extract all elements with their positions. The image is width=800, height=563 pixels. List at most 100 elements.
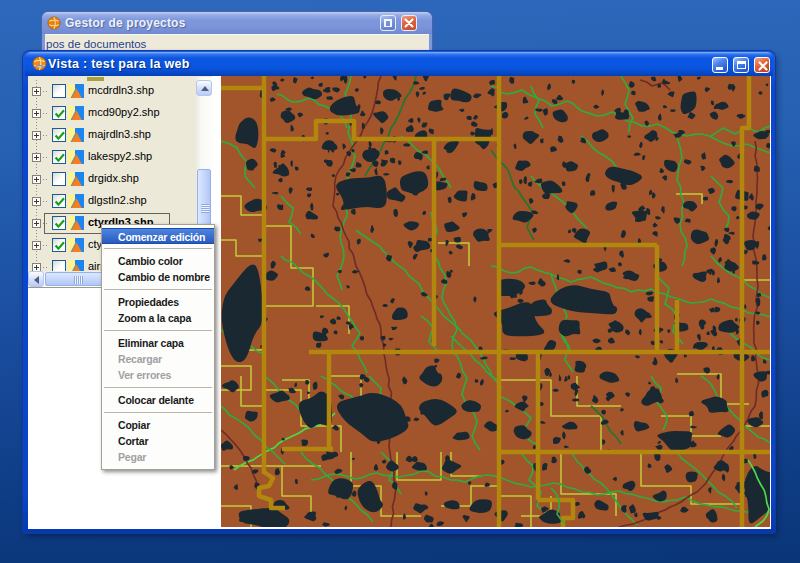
layer-theme-icon <box>68 215 84 231</box>
menu-separator <box>102 285 214 294</box>
check-icon <box>53 129 67 143</box>
layer-icon <box>68 237 84 253</box>
layer-checkbox[interactable] <box>52 216 66 230</box>
check-icon <box>53 217 67 231</box>
gvsig-logo-icon <box>47 16 61 30</box>
layer-checkbox[interactable] <box>52 260 66 271</box>
layer-icon <box>68 83 84 99</box>
map-canvas[interactable] <box>221 76 770 527</box>
layer-checkbox[interactable] <box>52 150 66 164</box>
maximize-button[interactable] <box>380 15 396 31</box>
layer-row[interactable]: dlgstln2.shp <box>28 190 196 212</box>
menu-separator <box>102 408 214 417</box>
layer-label[interactable]: cty <box>88 238 102 250</box>
layer-theme-icon <box>68 83 84 99</box>
layer-row[interactable]: mcdrdln3.shp <box>28 80 196 102</box>
view-window-title: Vista : test para la web <box>48 57 190 71</box>
layer-row[interactable]: drgidx.shp <box>28 168 196 190</box>
layer-checkbox[interactable] <box>52 194 66 208</box>
desktop: Gestor de proyectos pos de documentos Vi… <box>0 0 800 563</box>
menu-item[interactable]: Colocar delante <box>102 392 214 408</box>
layer-icon <box>68 259 84 271</box>
layer-theme-icon <box>68 149 84 165</box>
layer-icon <box>68 215 84 231</box>
document-types-label: pos de documentos <box>46 38 146 50</box>
layer-icon <box>68 105 84 121</box>
menu-item[interactable]: Propiedades <box>102 294 214 310</box>
menu-item[interactable]: Zoom a la capa <box>102 310 214 326</box>
layer-label[interactable]: dlgstln2.shp <box>88 194 147 206</box>
check-icon <box>53 151 67 165</box>
layer-label[interactable]: mcd90py2.shp <box>88 106 160 118</box>
layer-theme-icon <box>68 171 84 187</box>
scroll-up-button[interactable] <box>196 80 212 96</box>
maximize-icon <box>384 19 392 27</box>
menu-item[interactable]: Eliminar capa <box>102 335 214 351</box>
close-button[interactable] <box>754 57 770 73</box>
layer-theme-icon <box>68 127 84 143</box>
layer-label[interactable]: drgidx.shp <box>88 172 139 184</box>
layer-context-menu: Comenzar edición Cambio colorCambio de no… <box>101 224 215 470</box>
check-icon <box>53 195 67 209</box>
layer-checkbox[interactable] <box>52 238 66 252</box>
tree-expand-button[interactable] <box>32 219 41 228</box>
layer-row[interactable]: lakespy2.shp <box>28 146 196 168</box>
gvsig-logo-icon <box>32 56 47 71</box>
layer-theme-icon <box>68 259 84 271</box>
layer-icon <box>68 127 84 143</box>
layer-icon <box>68 171 84 187</box>
tree-expand-button[interactable] <box>32 241 41 250</box>
project-manager-titlebar[interactable]: Gestor de proyectos <box>42 12 432 34</box>
menu-item[interactable]: Cambio color <box>102 253 214 269</box>
layer-icon <box>68 149 84 165</box>
tree-expand-button[interactable] <box>32 87 41 96</box>
menu-separator <box>102 326 214 335</box>
horizontal-scrollbar-thumb[interactable] <box>45 272 109 286</box>
layer-theme-icon <box>68 193 84 209</box>
menu-item: Pegar <box>102 449 214 465</box>
close-button[interactable] <box>401 15 417 31</box>
tree-expand-button[interactable] <box>32 175 41 184</box>
tree-expand-button[interactable] <box>32 153 41 162</box>
map-lake <box>243 456 250 461</box>
view-window-titlebar[interactable]: Vista : test para la web <box>25 52 773 76</box>
tree-expand-button[interactable] <box>32 197 41 206</box>
menu-item: Recargar <box>102 351 214 367</box>
map-lake <box>336 193 339 196</box>
menu-item[interactable]: Cortar <box>102 433 214 449</box>
layer-checkbox[interactable] <box>52 106 66 120</box>
arrow-left-icon <box>34 276 39 284</box>
tree-expand-button[interactable] <box>32 109 41 118</box>
scroll-left-button[interactable] <box>28 271 44 287</box>
arrow-up-icon <box>201 86 209 91</box>
menu-item[interactable]: Copiar <box>102 417 214 433</box>
layer-label[interactable]: mcdrdln3.shp <box>88 84 154 96</box>
layer-label[interactable]: majrdln3.shp <box>88 128 151 140</box>
layer-checkbox[interactable] <box>52 172 66 186</box>
minimize-button[interactable] <box>712 57 728 73</box>
project-manager-title: Gestor de proyectos <box>65 16 186 30</box>
minimize-icon <box>716 67 723 70</box>
close-icon <box>757 60 769 72</box>
check-icon <box>53 107 67 121</box>
menu-item[interactable]: Comenzar edición <box>102 228 214 244</box>
close-icon <box>402 16 416 30</box>
map-lake <box>336 176 387 210</box>
map-lake <box>732 270 734 274</box>
layer-checkbox[interactable] <box>52 128 66 142</box>
layer-row[interactable]: majrdln3.shp <box>28 124 196 146</box>
layer-row[interactable]: mcd90py2.shp <box>28 102 196 124</box>
tree-expand-button[interactable] <box>32 131 41 140</box>
tree-expand-button[interactable] <box>32 263 41 271</box>
layer-checkbox[interactable] <box>52 84 66 98</box>
menu-item[interactable]: Cambio de nombre <box>102 269 214 285</box>
menu-item: Ver errores <box>102 367 214 383</box>
layer-label[interactable]: lakespy2.shp <box>88 150 152 162</box>
layer-theme-icon <box>68 105 84 121</box>
layer-icon <box>68 193 84 209</box>
menu-separator <box>102 383 214 392</box>
maximize-button[interactable] <box>733 57 749 73</box>
map-lake <box>454 237 461 243</box>
map-lake <box>703 197 708 201</box>
maximize-icon <box>737 61 746 69</box>
